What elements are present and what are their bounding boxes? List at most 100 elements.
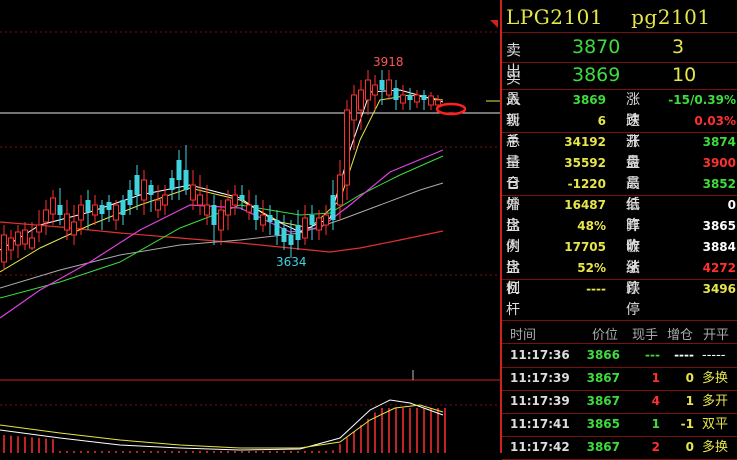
candle-body <box>29 237 35 249</box>
tick-type: 多换 <box>702 371 729 386</box>
candle-body <box>211 205 217 225</box>
quote-value: 6 <box>597 114 606 128</box>
candle-body <box>372 84 378 96</box>
quote-value: 3900 <box>702 156 736 170</box>
candle-body <box>414 94 420 103</box>
candle-body <box>148 185 154 195</box>
tick-type: 多换 <box>702 440 729 455</box>
tick-row[interactable]: 11:17:42 3867 2 0 多换 <box>0 436 737 459</box>
candle-body <box>8 237 14 251</box>
divider <box>502 32 737 33</box>
candle-body <box>330 195 336 220</box>
candle-body <box>407 95 413 100</box>
quote-value: 0.03% <box>694 114 736 128</box>
bid-volume: 10 <box>672 64 697 86</box>
candle-body <box>316 217 322 231</box>
candle-body <box>393 88 399 100</box>
ask-price: 3870 <box>572 36 621 58</box>
candle-body <box>162 194 168 206</box>
quote-value: 52% <box>577 261 606 275</box>
candle-body <box>239 195 245 200</box>
quote-value: 3496 <box>702 282 736 296</box>
candle-body <box>267 215 273 222</box>
candle-body <box>36 224 42 233</box>
candle-body <box>176 160 182 180</box>
tick-type: ----- <box>702 348 726 363</box>
contract-symbol: pg2101 <box>631 5 711 29</box>
candle-body <box>43 209 49 223</box>
candle-body <box>113 204 119 221</box>
quote-value: 3884 <box>702 240 736 254</box>
quote-value: 16487 <box>564 198 606 212</box>
tick-type: 多开 <box>702 394 729 409</box>
candle-body <box>64 213 70 231</box>
contract-title: LPG2101 pg2101 <box>506 5 711 29</box>
candle-body <box>344 109 350 186</box>
tick-increase: 1 <box>685 394 694 408</box>
low-price-label: 3634 <box>276 255 307 269</box>
quote-value: 17705 <box>564 240 606 254</box>
candle-body <box>85 200 91 212</box>
candle-body <box>281 228 287 242</box>
candle-body <box>421 95 427 100</box>
tick-row[interactable]: 11:17:41 3865 1 -1 双平 <box>0 413 737 436</box>
candle-body <box>274 220 280 235</box>
tick-increase: ---- <box>674 348 694 362</box>
candle-body <box>120 200 126 215</box>
candle-body <box>1 234 7 263</box>
candle-body <box>183 170 189 190</box>
tick-row[interactable]: 11:17:36 3866 --- ---- ----- <box>0 344 737 367</box>
candle-body <box>288 235 294 245</box>
tick-header-volume: 现手 <box>632 328 659 343</box>
candle-body <box>309 215 315 225</box>
tick-row[interactable]: 11:17:39 3867 1 0 多换 <box>0 367 737 390</box>
ask-volume: 3 <box>672 36 685 58</box>
candle-body <box>106 202 112 210</box>
bid-price: 3869 <box>572 64 621 86</box>
candle-body <box>253 205 259 220</box>
candle-body <box>379 80 385 90</box>
tick-header-price: 价位 <box>592 328 619 343</box>
tick-increase: 0 <box>685 440 694 454</box>
candle-body <box>400 94 406 104</box>
quote-value: 3874 <box>702 135 736 149</box>
candle-body <box>141 179 147 201</box>
candle-body <box>204 204 210 216</box>
tick-header-type: 开平 <box>703 328 730 343</box>
candle-body <box>358 89 364 111</box>
candle-body <box>127 190 133 205</box>
quote-value: 3852 <box>702 177 736 191</box>
candle-body <box>435 99 441 106</box>
quote-value: 3869 <box>572 93 606 107</box>
quote-value: ---- <box>586 282 606 296</box>
divider <box>502 62 737 63</box>
candle-body <box>134 175 140 195</box>
candle-body <box>337 174 343 206</box>
high-price-label: 3918 <box>373 55 404 69</box>
tick-type: 双平 <box>702 417 729 432</box>
candle-body <box>155 199 161 211</box>
candle-body <box>428 95 434 106</box>
candle-body <box>78 204 84 221</box>
tick-row[interactable]: 11:17:39 3867 4 1 多开 <box>0 390 737 413</box>
corner-marker <box>490 20 498 28</box>
candles <box>1 70 441 270</box>
candle-body <box>71 221 77 236</box>
quote-value: 35592 <box>564 156 606 170</box>
candle-body <box>99 205 105 214</box>
tick-header-increase: 增仓 <box>667 328 694 343</box>
candle-body <box>15 231 21 246</box>
quote-value: 0 <box>727 198 736 212</box>
quote-value: 48% <box>577 219 606 233</box>
tick-increase: -1 <box>680 417 694 431</box>
quote-value: -1220 <box>567 177 606 191</box>
quote-value: 34192 <box>564 135 606 149</box>
candle-body <box>57 205 63 215</box>
candle-body <box>197 194 203 206</box>
tick-header-time: 时间 <box>510 328 537 343</box>
quote-value: 4272 <box>702 261 736 275</box>
candle-body <box>365 79 371 101</box>
candle-body <box>386 79 392 96</box>
candle-body <box>22 229 28 245</box>
candle-body <box>260 214 266 226</box>
